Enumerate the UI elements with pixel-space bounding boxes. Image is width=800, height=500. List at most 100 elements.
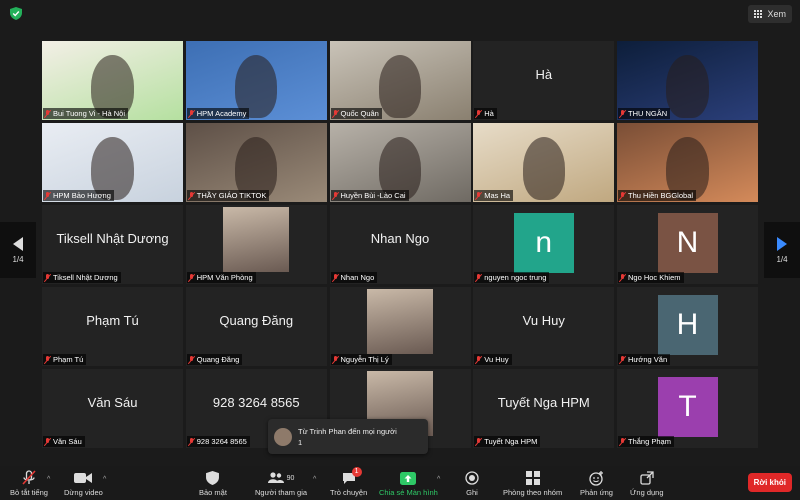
meeting-toolbar: Bỏ tắt tiếng ^ Dừng video ^ Bảo mật 90 N… bbox=[0, 466, 800, 500]
participant-name: Nguyễn Thị Lý bbox=[340, 355, 389, 364]
microphone-muted-icon bbox=[188, 355, 195, 364]
participant-name-label: Ngo Hoc Khiem bbox=[618, 272, 684, 283]
microphone-muted-icon bbox=[332, 273, 339, 282]
participant-tile[interactable]: Quốc Quân bbox=[329, 41, 471, 120]
chat-notification-message: 1 bbox=[298, 437, 303, 447]
participant-tile[interactable]: Nguyễn Thị Lý bbox=[329, 287, 471, 366]
participant-tile[interactable]: HPM Academy bbox=[185, 41, 327, 120]
participant-tile[interactable]: HPM Văn Phòng bbox=[185, 205, 327, 284]
stop-video-button[interactable]: Dừng video bbox=[64, 470, 103, 497]
participants-icon: 90 bbox=[267, 470, 295, 486]
unmute-label: Bỏ tắt tiếng bbox=[10, 488, 48, 497]
microphone-muted-icon bbox=[619, 437, 626, 446]
participant-display-name: Tiksell Nhật Dương bbox=[56, 231, 169, 246]
previous-page-button[interactable]: 1/4 bbox=[0, 222, 36, 278]
record-label: Ghi bbox=[466, 488, 478, 497]
microphone-muted-icon bbox=[44, 273, 51, 282]
chat-label: Trò chuyện bbox=[330, 488, 368, 497]
participant-name-label: Thu Hiền BGGlobal bbox=[618, 190, 697, 201]
participant-tile[interactable]: THU NGÂN bbox=[617, 41, 758, 120]
participant-tile[interactable]: Huyền Bùi -Lào Cai bbox=[329, 123, 471, 202]
participant-name: Vu Huy bbox=[484, 355, 509, 364]
participant-tile[interactable]: HPM Bảo Hương bbox=[42, 123, 183, 202]
participant-name-label: Bui Tuong Vi - Hà Nội bbox=[43, 108, 128, 119]
participant-tile[interactable]: Phạm Tú Phạm Tú bbox=[42, 287, 183, 366]
participant-name-label: Huyền Bùi -Lào Cai bbox=[330, 190, 409, 201]
participant-name: Nhan Ngo bbox=[340, 273, 375, 282]
share-options-caret-icon[interactable]: ^ bbox=[437, 476, 440, 483]
next-page-button[interactable]: 1/4 bbox=[764, 222, 800, 278]
participant-display-name: Quang Đăng bbox=[219, 313, 294, 328]
participant-name: 928 3264 8565 bbox=[196, 437, 247, 446]
participant-name-label: 928 3264 8565 bbox=[186, 436, 250, 447]
microphone-muted-icon bbox=[619, 355, 626, 364]
participant-tile[interactable]: T Thắng Phạm bbox=[617, 369, 758, 448]
participant-name: Quang Đăng bbox=[196, 355, 240, 364]
apps-icon bbox=[640, 470, 654, 486]
apps-button[interactable]: Ứng dụng bbox=[630, 470, 664, 497]
participant-tile[interactable]: H Hướng Văn bbox=[617, 287, 758, 366]
participant-name: Ngo Hoc Khiem bbox=[628, 273, 681, 282]
participant-tile[interactable]: Quang Đăng Quang Đăng bbox=[185, 287, 327, 366]
smiley-plus-icon bbox=[589, 470, 604, 486]
microphone-muted-icon bbox=[475, 355, 482, 364]
record-icon bbox=[465, 470, 479, 486]
microphone-muted-icon bbox=[332, 355, 339, 364]
view-button[interactable]: Xem bbox=[748, 5, 792, 23]
microphone-muted-icon bbox=[332, 109, 339, 118]
participant-tile[interactable]: N Ngo Hoc Khiem bbox=[617, 205, 758, 284]
chat-notification[interactable]: Từ Trinh Phan đến mọi người 1 bbox=[268, 419, 428, 454]
security-shield-icon bbox=[206, 470, 220, 486]
participant-tile[interactable]: Tuyết Nga HPM Tuyết Nga HPM bbox=[473, 369, 615, 448]
participant-name-label: THẦY GIÁO TIKTOK bbox=[186, 190, 270, 201]
participant-name: HPM Văn Phòng bbox=[196, 273, 253, 282]
participant-name: Hướng Văn bbox=[628, 355, 668, 364]
participant-tile[interactable]: THẦY GIÁO TIKTOK bbox=[185, 123, 327, 202]
security-button[interactable]: Bảo mật bbox=[199, 470, 227, 497]
chat-unread-badge: 1 bbox=[351, 467, 362, 477]
participant-tile[interactable]: Hà Hà bbox=[473, 41, 615, 120]
participants-button[interactable]: 90 Người tham gia bbox=[255, 470, 307, 497]
participant-tile[interactable]: Thu Hiền BGGlobal bbox=[617, 123, 758, 202]
leave-meeting-button[interactable]: Rời khỏi bbox=[747, 473, 792, 492]
participant-name-label: Thắng Phạm bbox=[618, 436, 674, 447]
participant-name-label: Hướng Văn bbox=[618, 354, 671, 365]
participant-name-label: HPM Academy bbox=[186, 108, 250, 119]
participant-tile[interactable]: Văn Sáu Văn Sáu bbox=[42, 369, 183, 448]
participant-name-label: nguyen ngoc trung bbox=[474, 272, 550, 283]
participant-name: HPM Academy bbox=[196, 109, 247, 118]
page-indicator-left: 1/4 bbox=[12, 254, 24, 264]
participant-tile[interactable]: Mas Ha bbox=[473, 123, 615, 202]
microphone-muted-icon bbox=[188, 191, 195, 200]
participant-tile[interactable]: Bui Tuong Vi - Hà Nội bbox=[42, 41, 183, 120]
participant-name: Thắng Phạm bbox=[628, 437, 671, 446]
chat-button[interactable]: 1 Trò chuyện bbox=[330, 467, 368, 497]
reactions-button[interactable]: Phản ứng bbox=[580, 470, 613, 497]
breakout-rooms-button[interactable]: Phòng theo nhóm bbox=[503, 470, 562, 497]
participant-name-label: HPM Bảo Hương bbox=[43, 190, 114, 201]
encryption-shield-icon[interactable] bbox=[10, 7, 22, 20]
participant-name-label: Vu Huy bbox=[474, 354, 512, 365]
video-options-caret-icon[interactable]: ^ bbox=[103, 476, 106, 483]
microphone-muted-icon bbox=[188, 109, 195, 118]
microphone-muted-icon bbox=[619, 191, 626, 200]
participant-tile[interactable]: Tiksell Nhật Dương Tiksell Nhật Dương bbox=[42, 205, 183, 284]
participant-tile[interactable]: Vu Huy Vu Huy bbox=[473, 287, 615, 366]
participant-name: nguyen ngoc trung bbox=[484, 273, 547, 282]
participant-name: Tiksell Nhật Dương bbox=[53, 273, 118, 282]
participant-name-label: Văn Sáu bbox=[43, 436, 85, 447]
participant-name: Thu Hiền BGGlobal bbox=[628, 191, 694, 200]
audio-options-caret-icon[interactable]: ^ bbox=[47, 476, 50, 483]
microphone-muted-icon bbox=[44, 355, 51, 364]
initial-avatar: n bbox=[513, 213, 574, 273]
participant-tile[interactable]: n nguyen ngoc trung bbox=[473, 205, 615, 284]
participant-name: Văn Sáu bbox=[53, 437, 82, 446]
unmute-button[interactable]: Bỏ tắt tiếng bbox=[10, 470, 48, 497]
chat-bubble-icon: 1 bbox=[342, 467, 362, 486]
participant-display-name: Phạm Tú bbox=[86, 313, 139, 328]
participants-count: 90 bbox=[286, 474, 295, 482]
record-button[interactable]: Ghi bbox=[465, 470, 479, 497]
participant-tile[interactable]: Nhan Ngo Nhan Ngo bbox=[329, 205, 471, 284]
participants-options-caret-icon[interactable]: ^ bbox=[313, 476, 316, 483]
share-screen-button[interactable]: Chia sẻ Màn hình bbox=[379, 470, 438, 497]
